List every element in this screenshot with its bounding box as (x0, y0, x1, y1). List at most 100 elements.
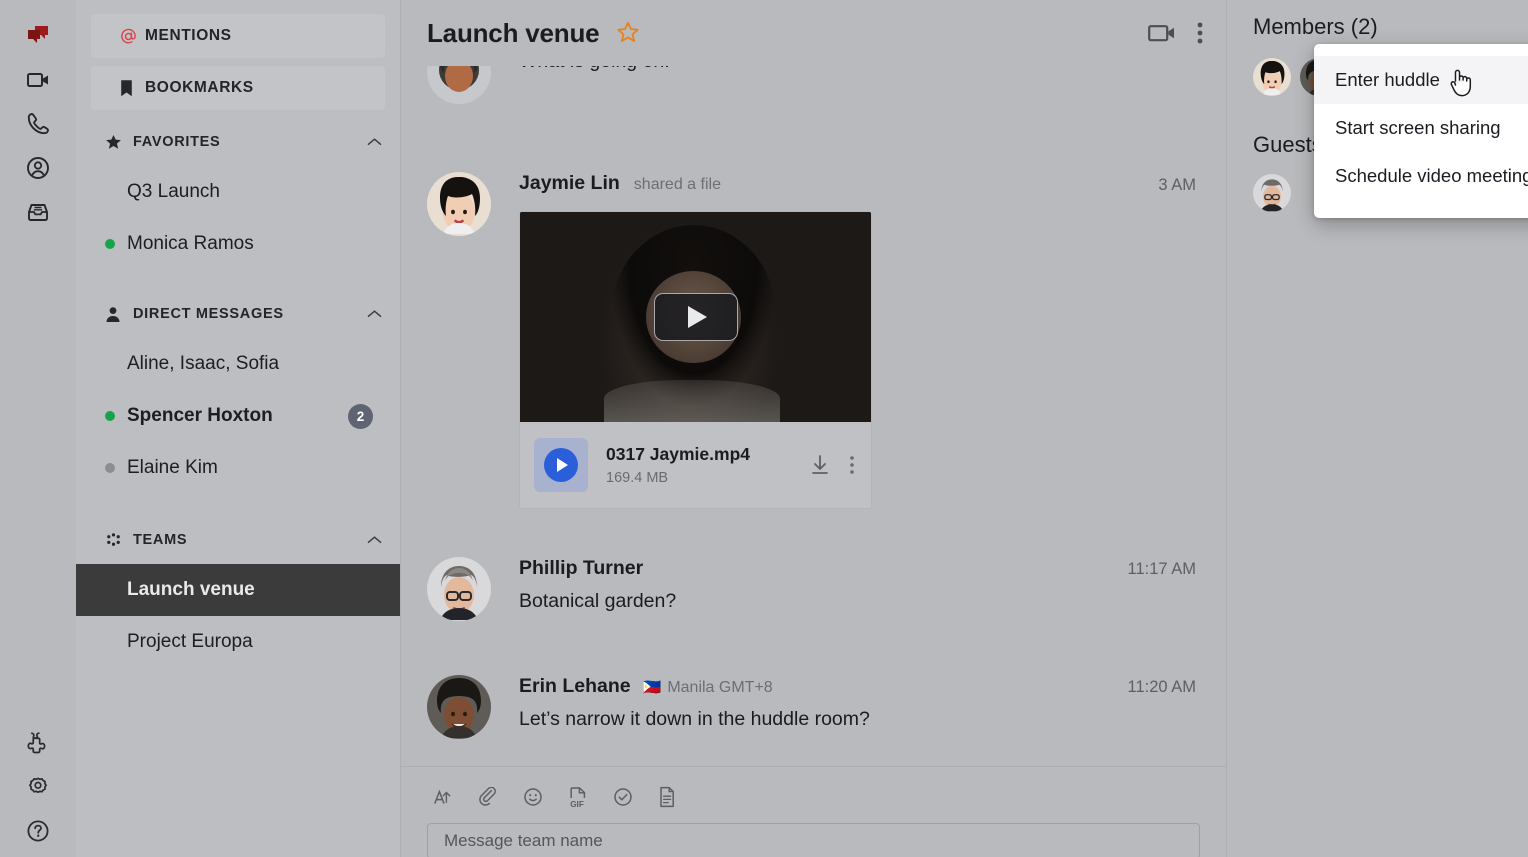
chevron-up-icon[interactable] (363, 535, 385, 545)
settings-icon[interactable] (16, 765, 60, 809)
gif-icon[interactable]: GIF (568, 786, 588, 808)
contacts-icon[interactable] (16, 146, 60, 190)
video-camera-icon[interactable] (1148, 22, 1178, 44)
calls-icon[interactable] (16, 102, 60, 146)
sidebar-item-bookmarks[interactable]: BOOKMARKS (91, 66, 385, 110)
file-size: 169.4 MB (606, 470, 669, 486)
message-author: Phillip Turner (519, 557, 644, 579)
file-card[interactable]: 0317 Jaymie.mp4 169.4 MB (520, 422, 871, 508)
sidebar-item-label: Elaine Kim (127, 457, 218, 478)
meetings-icon[interactable] (16, 58, 60, 102)
conversation-panel: Launch venue What is (400, 0, 1528, 857)
sidebar-item-aline-isaac-sofia[interactable]: Aline, Isaac, Sofia (76, 338, 400, 390)
presence-dot (105, 187, 127, 197)
sidebar-section-favorites[interactable]: FAVORITES (91, 118, 385, 166)
avatar[interactable] (427, 66, 491, 104)
presence-dot-available (105, 239, 127, 249)
svg-text:GIF: GIF (570, 800, 584, 808)
chevron-up-icon[interactable] (363, 309, 385, 319)
more-vertical-icon[interactable] (1196, 19, 1204, 47)
page-title: Launch venue (427, 17, 600, 48)
avatar[interactable] (427, 675, 491, 739)
menu-item-start-screen-sharing[interactable]: Start screen sharing (1314, 104, 1528, 152)
chat-icon[interactable] (16, 14, 60, 58)
sidebar-item-q3-launch[interactable]: Q3 Launch (76, 166, 400, 218)
sidebar-item-label: Monica Ramos (127, 233, 254, 254)
menu-item-label: Start screen sharing (1335, 117, 1501, 138)
approval-icon[interactable] (613, 787, 633, 807)
composer-toolbar: GIF (427, 781, 1200, 813)
sidebar-section-direct-messages[interactable]: DIRECT MESSAGES (91, 290, 385, 338)
message-author: Jaymie Lin (519, 172, 620, 194)
message-item: Phillip Turner 11:17 AM Botanical garden… (423, 557, 1204, 621)
presence-dot-offline (105, 463, 127, 473)
more-vertical-icon[interactable] (849, 454, 855, 476)
mention-icon (119, 27, 145, 46)
huddle-dropdown-menu[interactable]: Enter huddle Start screen sharing Schedu… (1314, 44, 1528, 218)
bookmark-icon (119, 79, 145, 98)
avatar[interactable] (427, 557, 491, 621)
teams-icon (105, 532, 133, 549)
play-icon (544, 448, 578, 482)
video-thumbnail[interactable] (520, 212, 871, 422)
star-filled-icon (105, 134, 133, 151)
menu-item-enter-huddle[interactable]: Enter huddle (1314, 56, 1528, 104)
message-clipped: What is going on! (427, 66, 1204, 104)
sidebar-item-launch-venue[interactable]: Launch venue (76, 564, 400, 616)
attachment-icon[interactable] (478, 787, 498, 807)
message-composer: GIF Message team name (401, 766, 1226, 857)
emoji-icon[interactable] (523, 787, 543, 807)
document-icon[interactable] (658, 786, 676, 808)
message-author: Erin Lehane (519, 675, 631, 697)
cursor-pointer-icon (1447, 66, 1477, 98)
message-input[interactable]: Message team name (427, 823, 1200, 857)
download-icon[interactable] (809, 453, 831, 477)
rail-bottom-group (16, 721, 60, 857)
sidebar-item-elaine-kim[interactable]: Elaine Kim (76, 442, 400, 494)
apps-icon[interactable] (16, 721, 60, 765)
help-icon[interactable] (16, 809, 60, 853)
sidebar-item-label: Project Europa (127, 631, 253, 652)
message-meta: shared a file (633, 176, 721, 193)
message-body: Erin Lehane 🇵🇭 Manila GMT+8 11:20 AM Let… (519, 675, 1204, 739)
chevron-up-icon[interactable] (363, 137, 385, 147)
sidebar-item-mentions[interactable]: MENTIONS (91, 14, 385, 58)
message-timestamp: 11:20 AM (1127, 678, 1197, 696)
message-input-placeholder: Message team name (444, 831, 603, 850)
message-header: Jaymie Lin shared a file (519, 172, 1204, 195)
message-header: Phillip Turner (519, 557, 1204, 580)
video-attachment-card[interactable]: 0317 Jaymie.mp4 169.4 MB (519, 211, 872, 509)
play-button[interactable] (653, 293, 738, 341)
presence-dot (105, 585, 127, 595)
sidebar-item-label: BOOKMARKS (145, 79, 254, 96)
message-text: Let’s narrow it down in the huddle room? (519, 708, 870, 730)
message-text: What is going on! (519, 66, 1204, 73)
sidebar-item-spencer-hoxton[interactable]: Spencer Hoxton 2 (76, 390, 400, 442)
members-title: Members (2) (1253, 14, 1378, 39)
avatar[interactable] (1253, 174, 1291, 212)
sidebar-item-monica-ramos[interactable]: Monica Ramos (76, 218, 400, 270)
menu-item-schedule-video-meeting[interactable]: Schedule video meeting (1314, 152, 1528, 200)
sidebar-section-teams[interactable]: TEAMS (91, 516, 385, 564)
menu-item-label: Enter huddle (1335, 69, 1440, 90)
person-icon (105, 306, 133, 323)
channel-header: Launch venue (401, 0, 1226, 66)
message-timestamp: 11:17 AM (1127, 560, 1197, 578)
format-text-icon[interactable] (433, 787, 453, 807)
thumbnail-detail (604, 380, 780, 422)
sidebar-item-project-europa[interactable]: Project Europa (76, 616, 400, 668)
inbox-icon[interactable] (16, 190, 60, 234)
avatar[interactable] (427, 172, 491, 236)
app-window: MENTIONS BOOKMARKS FAVORITES Q3 Launch M… (0, 0, 1528, 857)
file-name: 0317 Jaymie.mp4 (606, 444, 750, 464)
unread-badge: 2 (348, 403, 373, 429)
file-actions (809, 453, 855, 477)
star-outline-icon[interactable] (615, 20, 641, 46)
message-list[interactable]: What is going on! (401, 66, 1226, 766)
presence-dot-available (105, 411, 127, 421)
avatar[interactable] (1253, 58, 1291, 96)
message-body: Phillip Turner 11:17 AM Botanical garden… (519, 557, 1204, 621)
message-region: Manila GMT+8 (667, 679, 773, 696)
sidebar-item-label: Launch venue (127, 579, 255, 600)
app-rail (0, 0, 76, 857)
